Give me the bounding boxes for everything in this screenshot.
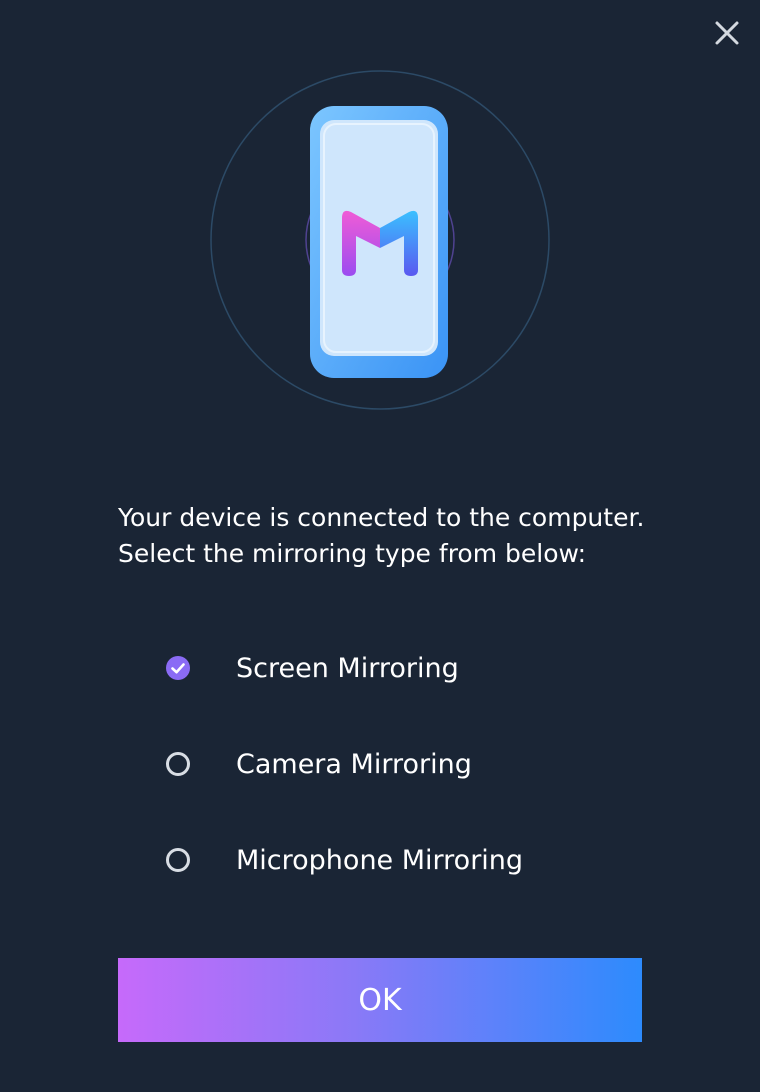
message-line-1: Your device is connected to the computer… bbox=[118, 503, 645, 532]
radio-checked-icon[interactable] bbox=[166, 656, 190, 680]
phone-illustration bbox=[210, 70, 550, 410]
radio-unchecked-icon[interactable] bbox=[166, 752, 190, 776]
option-label: Camera Mirroring bbox=[236, 748, 472, 780]
radio-unchecked-icon[interactable] bbox=[166, 848, 190, 872]
option-label: Screen Mirroring bbox=[236, 652, 459, 684]
close-icon bbox=[715, 21, 739, 45]
connection-message: Your device is connected to the computer… bbox=[118, 500, 678, 572]
ok-button[interactable]: OK bbox=[118, 958, 642, 1042]
phone-with-m-logo-icon bbox=[210, 70, 550, 410]
option-microphone-mirroring[interactable]: Microphone Mirroring bbox=[166, 832, 686, 888]
option-screen-mirroring[interactable]: Screen Mirroring bbox=[166, 640, 686, 696]
close-button[interactable] bbox=[708, 14, 746, 52]
message-line-2: Select the mirroring type from below: bbox=[118, 539, 587, 568]
option-label: Microphone Mirroring bbox=[236, 844, 524, 876]
option-camera-mirroring[interactable]: Camera Mirroring bbox=[166, 736, 686, 792]
